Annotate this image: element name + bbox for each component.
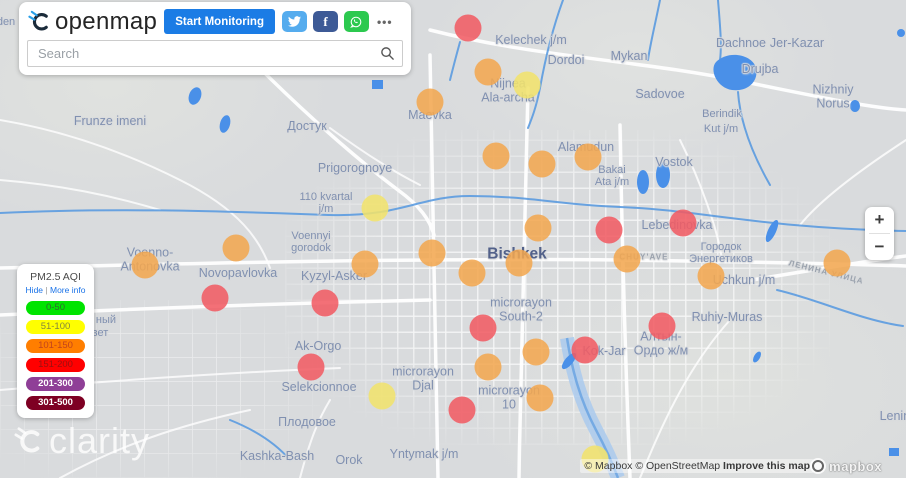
aqi-marker-orange[interactable] [524,214,552,242]
clarity-logo-icon [14,427,40,453]
whatsapp-icon [350,16,362,28]
aqi-marker-orange[interactable] [522,338,550,366]
legend-links-separator: | [45,285,48,295]
mapbox-logo-word: mapbox [829,458,882,474]
header-card: openmap Start Monitoring f ••• Search [19,2,411,75]
legend-links: Hide | More info [17,285,94,295]
aqi-marker-red[interactable] [201,284,229,312]
aqi-marker-red[interactable] [571,336,599,364]
aqi-marker-red[interactable] [669,209,697,237]
aqi-marker-orange[interactable] [474,353,502,381]
aqi-marker-orange[interactable] [505,249,533,277]
legend-more-info-link[interactable]: More info [50,285,85,295]
legend-hide-link[interactable]: Hide [26,285,43,295]
aqi-marker-red[interactable] [648,312,676,340]
aqi-marker-orange[interactable] [526,384,554,412]
aqi-marker-orange[interactable] [613,245,641,273]
aqi-marker-orange[interactable] [222,234,250,262]
legend-range-51-100: 51-100 [26,319,85,334]
start-monitoring-button[interactable]: Start Monitoring [164,9,275,34]
aqi-marker-orange[interactable] [474,58,502,86]
aqi-marker-red[interactable] [469,314,497,342]
legend-range-0-50: 0-50 [26,300,85,315]
aqi-marker-orange[interactable] [482,142,510,170]
social-buttons: f [281,11,369,32]
legend-title: PM2.5 AQI [30,271,81,283]
facebook-button[interactable]: f [312,11,338,32]
search-input[interactable] [27,40,403,67]
aqi-marker-orange[interactable] [416,88,444,116]
twitter-button[interactable] [281,11,307,32]
aqi-marker-orange[interactable] [574,143,602,171]
osm-attribution-link[interactable]: © OpenStreetMap [635,460,720,472]
aqi-marker-orange[interactable] [131,251,159,279]
zoom-controls: + − [865,207,894,260]
zoom-in-button[interactable]: + [865,207,894,233]
aqi-marker-red[interactable] [311,289,339,317]
aqi-marker-orange[interactable] [458,259,486,287]
aqi-marker-red[interactable] [297,353,325,381]
mapbox-logo[interactable]: mapbox [810,458,882,474]
openmap-logo-icon [28,10,48,31]
twitter-icon [287,16,301,27]
search-box [27,40,403,67]
aqi-marker-orange[interactable] [351,250,379,278]
legend-range-201-300: 201-300 [26,376,85,391]
aqi-marker-orange[interactable] [697,262,725,290]
zoom-out-button[interactable]: − [865,234,894,260]
legend-range-101-150: 101-150 [26,338,85,353]
aqi-marker-yellow[interactable] [368,382,396,410]
aqi-marker-red[interactable] [595,216,623,244]
aqi-marker-orange[interactable] [418,239,446,267]
openmap-logo-text: openmap [55,7,158,35]
aqi-marker-orange[interactable] [823,249,851,277]
legend-ranges: 0-50 51-100 101-150 151-200 201-300 301-500 [17,295,94,410]
aqi-marker-orange[interactable] [528,150,556,178]
facebook-icon: f [323,14,328,29]
mapbox-logo-icon [810,458,827,474]
map-viewport: denFrunze imeniДостукPrigorognoye110 kva… [0,0,906,478]
improve-map-link[interactable]: Improve this map [723,460,810,472]
legend-range-301-500: 301-500 [26,395,85,410]
openmap-logo[interactable]: openmap [28,9,157,34]
legend-range-151-200: 151-200 [26,357,85,372]
search-icon[interactable] [380,46,395,61]
aqi-marker-red[interactable] [448,396,476,424]
aqi-marker-yellow[interactable] [361,194,389,222]
whatsapp-button[interactable] [343,11,369,32]
clarity-watermark: clarity [14,423,150,459]
aqi-marker-yellow[interactable] [513,71,541,99]
aqi-marker-red[interactable] [454,14,482,42]
more-menu-button[interactable]: ••• [376,15,394,29]
clarity-watermark-text: clarity [49,420,151,461]
map-attribution: © Mapbox © OpenStreetMap Improve this ma… [580,459,814,473]
aqi-legend: PM2.5 AQI Hide | More info 0-50 51-100 101… [17,264,94,418]
mapbox-attribution-link[interactable]: © Mapbox [584,460,632,472]
